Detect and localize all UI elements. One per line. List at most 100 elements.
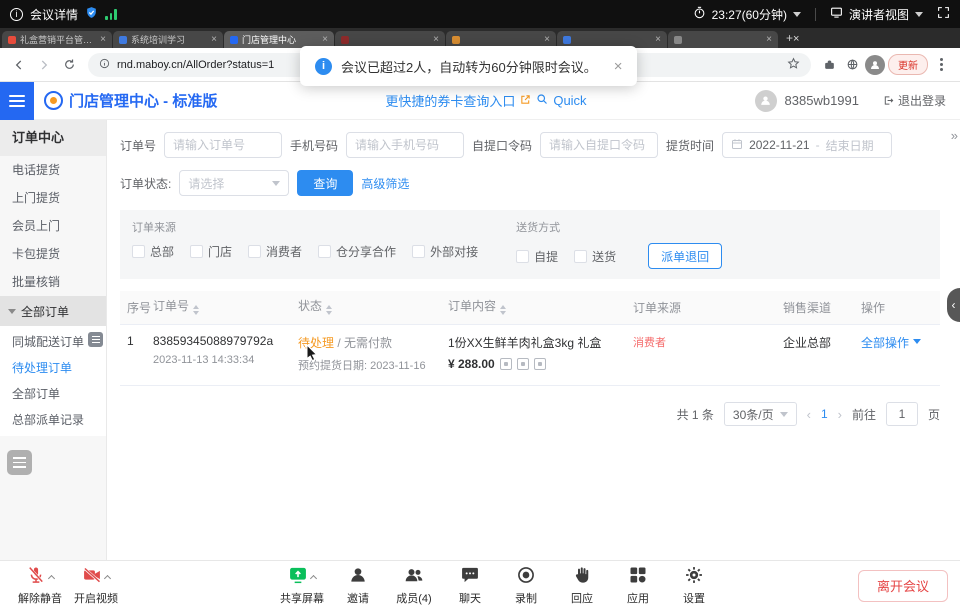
hamburger-menu-button[interactable] bbox=[0, 82, 34, 120]
browser-tab[interactable]: 礼盒营销平台管理中心 × bbox=[2, 31, 112, 48]
table-row[interactable]: 1 83859345088979792a 2023-11-13 14:33:34… bbox=[120, 325, 940, 386]
info-circle-icon[interactable]: i bbox=[10, 8, 23, 21]
invite-button[interactable]: 邀请 bbox=[330, 566, 386, 606]
checkbox-option-store[interactable]: 门店 bbox=[190, 243, 232, 260]
col-order-no[interactable]: 订单号 bbox=[153, 297, 298, 318]
checkbox[interactable] bbox=[132, 245, 145, 258]
date-start-value[interactable]: 2022-11-21 bbox=[749, 138, 810, 152]
site-info-icon[interactable] bbox=[99, 58, 110, 72]
sidebar-item-member-visit[interactable]: 会员上门 bbox=[0, 212, 106, 240]
logout-button[interactable]: 退出登录 bbox=[883, 92, 946, 109]
sidebar-item-phone-pickup[interactable]: 电话提货 bbox=[0, 156, 106, 184]
next-page-icon[interactable]: › bbox=[838, 407, 842, 422]
tab-close-icon[interactable]: × bbox=[100, 34, 106, 45]
quick-query-link[interactable]: 更快捷的券卡查询入口 Quick bbox=[385, 91, 586, 110]
sidebar-item-batch-verify[interactable]: 批量核销 bbox=[0, 268, 106, 296]
checkbox[interactable] bbox=[190, 245, 203, 258]
extension-icon[interactable] bbox=[819, 55, 839, 75]
list-icon[interactable] bbox=[7, 450, 32, 475]
browser-tab[interactable]: × bbox=[668, 31, 778, 48]
window-close-icon[interactable]: × bbox=[793, 33, 799, 45]
order-no-input[interactable] bbox=[164, 132, 282, 158]
chat-button[interactable]: 聊天 bbox=[442, 566, 498, 606]
start-video-button[interactable]: 开启视频 bbox=[68, 566, 124, 606]
checkbox[interactable] bbox=[248, 245, 261, 258]
checkbox-option-external[interactable]: 外部对接 bbox=[412, 243, 478, 260]
sidebar-item-all-orders[interactable]: 全部订单 bbox=[0, 381, 106, 407]
gift-icon[interactable] bbox=[517, 358, 529, 370]
checkbox-option-hq[interactable]: 总部 bbox=[132, 243, 174, 260]
checkbox[interactable] bbox=[574, 250, 587, 263]
checkbox-option-share-coop[interactable]: 仓分享合作 bbox=[318, 243, 396, 260]
prev-page-icon[interactable]: ‹ bbox=[807, 407, 811, 422]
tab-close-icon[interactable]: × bbox=[211, 34, 217, 45]
checkbox-option-consumer[interactable]: 消费者 bbox=[248, 243, 302, 260]
collapse-chevrons-icon[interactable]: » bbox=[951, 128, 958, 143]
logout-label[interactable]: 退出登录 bbox=[898, 92, 946, 109]
tab-close-icon[interactable]: × bbox=[433, 34, 439, 45]
refresh-icon[interactable] bbox=[58, 54, 80, 76]
goto-page-input[interactable] bbox=[886, 402, 918, 426]
back-icon[interactable] bbox=[8, 54, 30, 76]
sidebar-group-all-orders[interactable]: 全部订单 bbox=[0, 296, 106, 326]
pickup-code-input[interactable] bbox=[540, 132, 658, 158]
sidebar-item-card-pickup[interactable]: 卡包提货 bbox=[0, 240, 106, 268]
dispatch-return-button[interactable]: 派单退回 bbox=[648, 243, 722, 269]
checkbox[interactable] bbox=[516, 250, 529, 263]
user-avatar-icon[interactable] bbox=[755, 90, 777, 112]
col-content[interactable]: 订单内容 bbox=[448, 297, 633, 318]
all-actions-dropdown[interactable]: 全部操作 bbox=[861, 336, 909, 350]
new-tab-button[interactable]: + bbox=[786, 31, 793, 45]
chevron-up-icon[interactable] bbox=[48, 575, 55, 582]
meeting-detail-label[interactable]: 会议详情 bbox=[30, 6, 78, 23]
reaction-button[interactable]: 回应 bbox=[554, 566, 610, 606]
note-icon[interactable] bbox=[534, 358, 546, 370]
advanced-filter-link[interactable]: 高级筛选 bbox=[361, 175, 409, 192]
checkbox[interactable] bbox=[412, 245, 425, 258]
chevron-down-icon[interactable] bbox=[915, 12, 923, 21]
members-button[interactable]: 成员(4) bbox=[386, 566, 442, 606]
settings-button[interactable]: 设置 bbox=[666, 566, 722, 606]
fullscreen-icon[interactable] bbox=[937, 6, 950, 22]
record-button[interactable]: 录制 bbox=[498, 566, 554, 606]
panel-toggle-chevron-left[interactable]: ‹ bbox=[947, 288, 960, 322]
current-page[interactable]: 1 bbox=[821, 407, 828, 421]
checkbox[interactable] bbox=[318, 245, 331, 258]
close-icon[interactable]: × bbox=[614, 58, 623, 75]
phone-input[interactable] bbox=[346, 132, 464, 158]
browser-tab[interactable]: 系统培训学习 × bbox=[113, 31, 223, 48]
tab-close-icon[interactable]: × bbox=[766, 34, 772, 45]
menu-kebab-icon[interactable] bbox=[940, 63, 943, 66]
apps-button[interactable]: 应用 bbox=[610, 566, 666, 606]
phone-icon[interactable] bbox=[500, 358, 512, 370]
tab-close-icon[interactable]: × bbox=[544, 34, 550, 45]
sidebar-item-pending-orders[interactable]: 待处理订单 bbox=[0, 355, 106, 381]
leave-meeting-button[interactable]: 离开会议 bbox=[858, 570, 948, 602]
date-end-placeholder[interactable]: 结束日期 bbox=[826, 137, 874, 154]
col-status[interactable]: 状态 bbox=[298, 297, 448, 318]
shield-check-icon[interactable] bbox=[85, 6, 98, 22]
chevron-up-icon[interactable] bbox=[104, 575, 111, 582]
update-button[interactable]: 更新 bbox=[888, 54, 928, 75]
order-no-value[interactable]: 83859345088979792a bbox=[153, 334, 298, 348]
bookmark-star-icon[interactable] bbox=[787, 57, 800, 73]
quick-label[interactable]: Quick bbox=[553, 93, 586, 108]
date-range-picker[interactable]: 2022-11-21 - 结束日期 bbox=[722, 132, 892, 158]
promo-text[interactable]: 更快捷的券卡查询入口 bbox=[385, 91, 515, 110]
search-button[interactable]: 查询 bbox=[297, 170, 353, 196]
view-mode-label[interactable]: 演讲者视图 bbox=[849, 6, 909, 23]
chevron-down-icon[interactable] bbox=[793, 12, 801, 21]
profile-avatar[interactable] bbox=[865, 55, 885, 75]
sidebar-item-hq-dispatch-log[interactable]: 总部派单记录 bbox=[0, 407, 106, 433]
chevron-up-icon[interactable] bbox=[310, 575, 317, 582]
unmute-button[interactable]: 解除静音 bbox=[12, 566, 68, 606]
forward-icon[interactable] bbox=[33, 54, 55, 76]
checkbox-option-self-pickup[interactable]: 自提 bbox=[516, 248, 558, 265]
share-screen-button[interactable]: 共享屏幕 bbox=[274, 566, 330, 606]
page-size-select[interactable]: 30条/页 bbox=[724, 402, 797, 426]
sidebar-collapse-icon[interactable] bbox=[88, 332, 103, 347]
extension-icon[interactable] bbox=[842, 55, 862, 75]
sidebar-item-door-pickup[interactable]: 上门提货 bbox=[0, 184, 106, 212]
tab-close-icon[interactable]: × bbox=[322, 34, 328, 45]
order-status-select[interactable]: 请选择 bbox=[179, 170, 289, 196]
